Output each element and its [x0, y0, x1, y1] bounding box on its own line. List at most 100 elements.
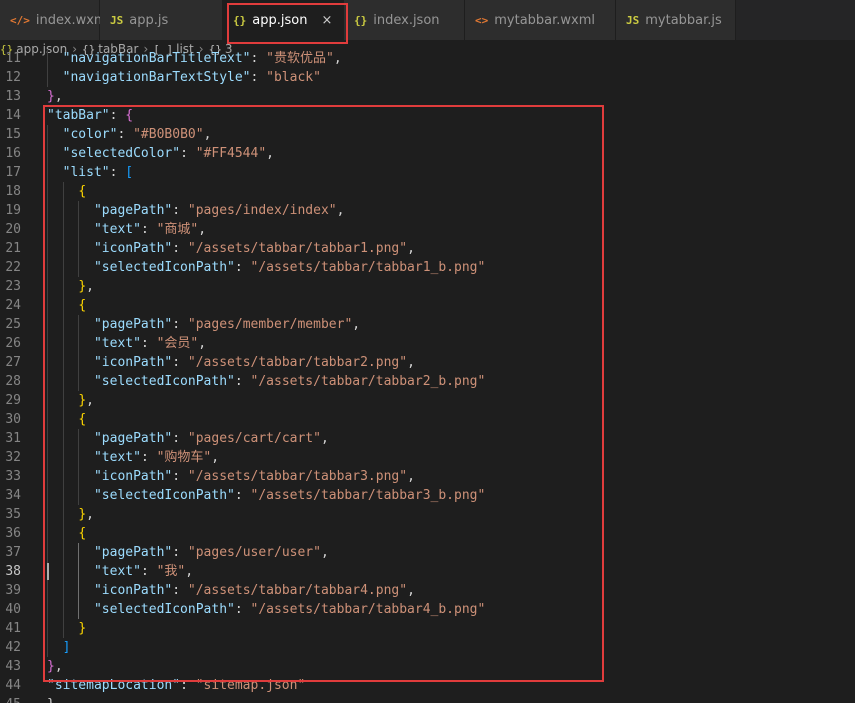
indent-guide [78, 372, 80, 391]
indent-guide [62, 334, 64, 353]
line-number: 32 [5, 450, 21, 465]
tab-mytabbar-wxml[interactable]: <> mytabbar.wxml [465, 0, 616, 40]
indent-guide [47, 543, 48, 562]
line-number: 24 [5, 298, 21, 313]
tab-index-json[interactable]: {} index.json [344, 0, 465, 40]
indent-guide [47, 410, 48, 429]
indent-guide [78, 334, 80, 353]
code-line[interactable]: 37 "pagePath": "pages/user/user", [0, 543, 855, 562]
line-number: 15 [5, 127, 21, 142]
line-number: 11 [5, 51, 21, 66]
indent-guide [47, 125, 48, 144]
code-line[interactable]: 26 "text": "会员", [0, 334, 855, 353]
indent-guide [47, 315, 48, 334]
indent-guide [47, 524, 48, 543]
indent-guide [47, 467, 48, 486]
line-number: 26 [5, 336, 21, 351]
indent-guide [47, 448, 48, 467]
code-line[interactable]: 19 "pagePath": "pages/index/index", [0, 201, 855, 220]
code-text: }, [47, 89, 63, 104]
code-line[interactable]: 33 "iconPath": "/assets/tabbar/tabbar3.p… [0, 467, 855, 486]
code-text: "color": "#B0B0B0", [62, 127, 212, 142]
code-line[interactable]: 21 "iconPath": "/assets/tabbar/tabbar1.p… [0, 239, 855, 258]
indent-guide [78, 543, 80, 562]
line-number: 40 [5, 602, 21, 617]
code-line[interactable]: 23 }, [0, 277, 855, 296]
code-text: "selectedColor": "#FF4544", [62, 146, 274, 161]
code-line[interactable]: 12 "navigationBarTextStyle": "black" [0, 68, 855, 87]
code-line[interactable]: 44 "sitemapLocation": "sitemap.json" [0, 676, 855, 695]
indent-guide [47, 68, 48, 87]
code-text: { [78, 184, 87, 199]
code-line[interactable]: 13}, [0, 87, 855, 106]
code-text: "selectedIconPath": "/assets/tabbar/tabb… [93, 374, 486, 389]
indent-guide [62, 258, 64, 277]
tab-app-js[interactable]: JS app.js [100, 0, 223, 40]
code-line[interactable]: 41 } [0, 619, 855, 638]
indent-guide [62, 581, 64, 600]
code-line[interactable]: 27 "iconPath": "/assets/tabbar/tabbar2.p… [0, 353, 855, 372]
code-text: }, [47, 659, 63, 674]
tab-label: index.json [373, 12, 440, 28]
indent-guide [47, 277, 48, 296]
code-line[interactable]: 29 }, [0, 391, 855, 410]
indent-guide [47, 296, 48, 315]
code-line[interactable]: 31 "pagePath": "pages/cart/cart", [0, 429, 855, 448]
code-line[interactable]: 28 "selectedIconPath": "/assets/tabbar/t… [0, 372, 855, 391]
code-line[interactable]: 17 "list": [ [0, 163, 855, 182]
code-line[interactable]: 36 { [0, 524, 855, 543]
code-line[interactable]: 32 "text": "购物车", [0, 448, 855, 467]
line-number: 43 [5, 659, 21, 674]
line-number: 38 [5, 564, 21, 579]
indent-guide [47, 220, 48, 239]
code-line[interactable]: 45} [0, 695, 855, 703]
code-line[interactable]: 18 { [0, 182, 855, 201]
code-line[interactable]: 14 "tabBar": { [0, 106, 855, 125]
line-number: 20 [5, 222, 21, 237]
json-file-icon: {} [233, 13, 247, 27]
line-number: 19 [5, 203, 21, 218]
tab-index-wxml[interactable]: </> index.wxml [0, 0, 110, 40]
code-line[interactable]: 20 "text": "商城", [0, 220, 855, 239]
indent-guide [62, 467, 64, 486]
indent-guide [62, 372, 64, 391]
close-icon[interactable]: × [321, 13, 332, 28]
indent-guide [62, 201, 64, 220]
code-text: "iconPath": "/assets/tabbar/tabbar4.png"… [93, 583, 415, 598]
code-text: "navigationBarTextStyle": "black" [62, 70, 321, 85]
code-line[interactable]: 11 "navigationBarTitleText": "贵软优品", [0, 49, 855, 68]
indent-guide [62, 182, 64, 201]
line-number: 45 [0, 695, 21, 703]
code-text: "sitemapLocation": "sitemap.json" [47, 678, 306, 693]
indent-guide [78, 600, 80, 619]
line-number: 29 [5, 393, 21, 408]
code-line[interactable]: 34 "selectedIconPath": "/assets/tabbar/t… [0, 486, 855, 505]
code-line[interactable]: 22 "selectedIconPath": "/assets/tabbar/t… [0, 258, 855, 277]
code-line[interactable]: 25 "pagePath": "pages/member/member", [0, 315, 855, 334]
code-line[interactable]: 43}, [0, 657, 855, 676]
indent-guide [62, 619, 64, 638]
code-text: "iconPath": "/assets/tabbar/tabbar2.png"… [93, 355, 415, 370]
line-number: 21 [5, 241, 21, 256]
code-line[interactable]: 40 "selectedIconPath": "/assets/tabbar/t… [0, 600, 855, 619]
code-line[interactable]: 16 "selectedColor": "#FF4544", [0, 144, 855, 163]
code-line[interactable]: 15 "color": "#B0B0B0", [0, 125, 855, 144]
indent-guide [62, 543, 64, 562]
code-text: { [78, 526, 87, 541]
code-text: "pagePath": "pages/index/index", [93, 203, 345, 218]
code-line[interactable]: 38 "text": "我", [0, 562, 855, 581]
code-line[interactable]: 30 { [0, 410, 855, 429]
line-number: 14 [5, 108, 21, 123]
code-text: "text": "购物车", [93, 450, 220, 465]
line-number: 41 [5, 621, 21, 636]
code-editor[interactable]: 11 "navigationBarTitleText": "贵软优品", 12 "… [0, 49, 855, 703]
tab-label: app.js [129, 12, 169, 28]
code-line[interactable]: 24 { [0, 296, 855, 315]
indent-guide [47, 182, 48, 201]
code-line[interactable]: 39 "iconPath": "/assets/tabbar/tabbar4.p… [0, 581, 855, 600]
code-line[interactable]: 35 }, [0, 505, 855, 524]
tab-mytabbar-js[interactable]: JS mytabbar.js [616, 0, 736, 40]
line-number: 44 [5, 678, 21, 693]
tab-app-json[interactable]: {} app.json × [223, 0, 344, 40]
code-line[interactable]: 42 ] [0, 638, 855, 657]
